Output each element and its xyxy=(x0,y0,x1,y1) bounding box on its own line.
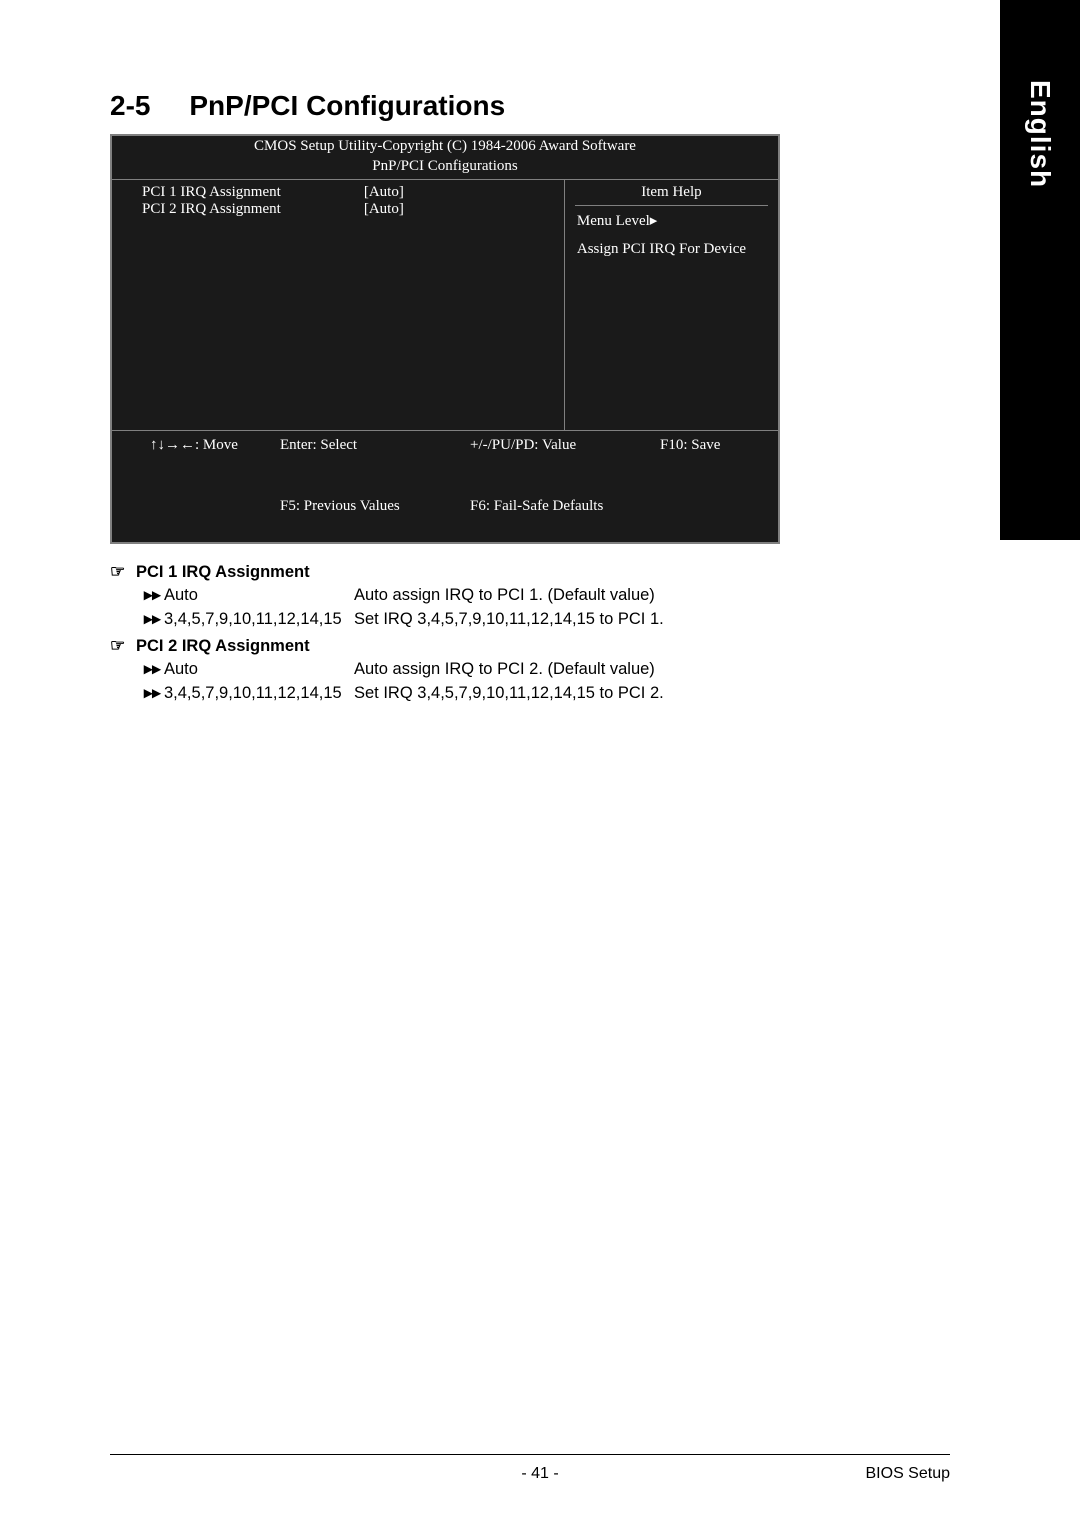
bios-screen: CMOS Setup Utility-Copyright (C) 1984-20… xyxy=(110,134,780,544)
bios-help-pane: Item Help Menu Level▸ Assign PCI IRQ For… xyxy=(565,180,778,430)
bios-setting-value: [Auto] xyxy=(364,184,404,201)
hint: Enter: Select xyxy=(280,435,470,496)
hint xyxy=(150,496,280,537)
hand-icon: ☞ xyxy=(110,636,136,656)
bios-setting-value: [Auto] xyxy=(364,201,404,218)
bios-header-line2: PnP/PCI Configurations xyxy=(112,157,778,177)
item-help-header: Item Help xyxy=(575,180,768,206)
language-label: English xyxy=(1024,80,1056,188)
item-title: PCI 2 IRQ Assignment xyxy=(136,637,310,656)
arrow-icon: ▸▸ xyxy=(144,682,164,706)
hint: ↑↓→←: Move xyxy=(150,435,280,496)
hint: F6: Fail-Safe Defaults xyxy=(470,496,660,537)
item-heading: ☞ PCI 1 IRQ Assignment xyxy=(110,562,780,582)
bios-setting-label: PCI 1 IRQ Assignment xyxy=(122,184,364,201)
arrow-icon: ▸▸ xyxy=(144,584,164,608)
help-line: Assign PCI IRQ For Device xyxy=(575,238,768,262)
hint: ESC: Exit xyxy=(780,435,880,496)
bios-setting-row[interactable]: PCI 2 IRQ Assignment [Auto] xyxy=(122,201,554,218)
option-name: Auto xyxy=(164,584,354,608)
hint: F5: Previous Values xyxy=(280,496,470,537)
option-name: 3,4,5,7,9,10,11,12,14,15 xyxy=(164,682,354,706)
footer-label: BIOS Setup xyxy=(866,1465,951,1483)
arrow-icon: ▸▸ xyxy=(144,658,164,682)
help-line: Menu Level▸ xyxy=(575,210,768,234)
hand-icon: ☞ xyxy=(110,562,136,582)
hint: F1: General Help xyxy=(880,435,927,496)
option-row: ▸▸ 3,4,5,7,9,10,11,12,14,15 Set IRQ 3,4,… xyxy=(110,682,780,706)
bios-header-line1: CMOS Setup Utility-Copyright (C) 1984-20… xyxy=(112,137,778,157)
item-title: PCI 1 IRQ Assignment xyxy=(136,563,310,582)
language-tab: English xyxy=(1000,0,1080,540)
option-row: ▸▸ Auto Auto assign IRQ to PCI 2. (Defau… xyxy=(110,658,780,682)
section-heading: 2-5 PnP/PCI Configurations xyxy=(110,90,780,122)
option-desc: Auto assign IRQ to PCI 1. (Default value… xyxy=(354,584,780,608)
option-desc: Set IRQ 3,4,5,7,9,10,11,12,14,15 to PCI … xyxy=(354,682,780,706)
bios-body: PCI 1 IRQ Assignment [Auto] PCI 2 IRQ As… xyxy=(112,180,778,430)
bios-setting-row[interactable]: PCI 1 IRQ Assignment [Auto] xyxy=(122,184,554,201)
page-content: 2-5 PnP/PCI Configurations CMOS Setup Ut… xyxy=(0,0,910,706)
option-row: ▸▸ 3,4,5,7,9,10,11,12,14,15 Set IRQ 3,4,… xyxy=(110,608,780,632)
option-name: 3,4,5,7,9,10,11,12,14,15 xyxy=(164,608,354,632)
option-desc: Set IRQ 3,4,5,7,9,10,11,12,14,15 to PCI … xyxy=(354,608,780,632)
hint: F7: Optimized Defaults xyxy=(780,496,880,537)
item-heading: ☞ PCI 2 IRQ Assignment xyxy=(110,636,780,656)
bios-key-hints: ↑↓→←: Move Enter: Select +/-/PU/PD: Valu… xyxy=(112,430,778,542)
arrow-icon: ▸▸ xyxy=(144,608,164,632)
section-title-text: PnP/PCI Configurations xyxy=(189,90,505,121)
bios-setting-label: PCI 2 IRQ Assignment xyxy=(122,201,364,218)
hint xyxy=(660,496,780,537)
hint: F10: Save xyxy=(660,435,780,496)
footer-rule xyxy=(110,1454,950,1455)
option-name: Auto xyxy=(164,658,354,682)
section-number: 2-5 xyxy=(110,90,150,121)
bios-settings-pane: PCI 1 IRQ Assignment [Auto] PCI 2 IRQ As… xyxy=(112,180,565,430)
option-row: ▸▸ Auto Auto assign IRQ to PCI 1. (Defau… xyxy=(110,584,780,608)
option-desc: Auto assign IRQ to PCI 2. (Default value… xyxy=(354,658,780,682)
explanation-section: ☞ PCI 1 IRQ Assignment ▸▸ Auto Auto assi… xyxy=(110,544,780,706)
hint: +/-/PU/PD: Value xyxy=(470,435,660,496)
bios-header: CMOS Setup Utility-Copyright (C) 1984-20… xyxy=(112,136,778,180)
